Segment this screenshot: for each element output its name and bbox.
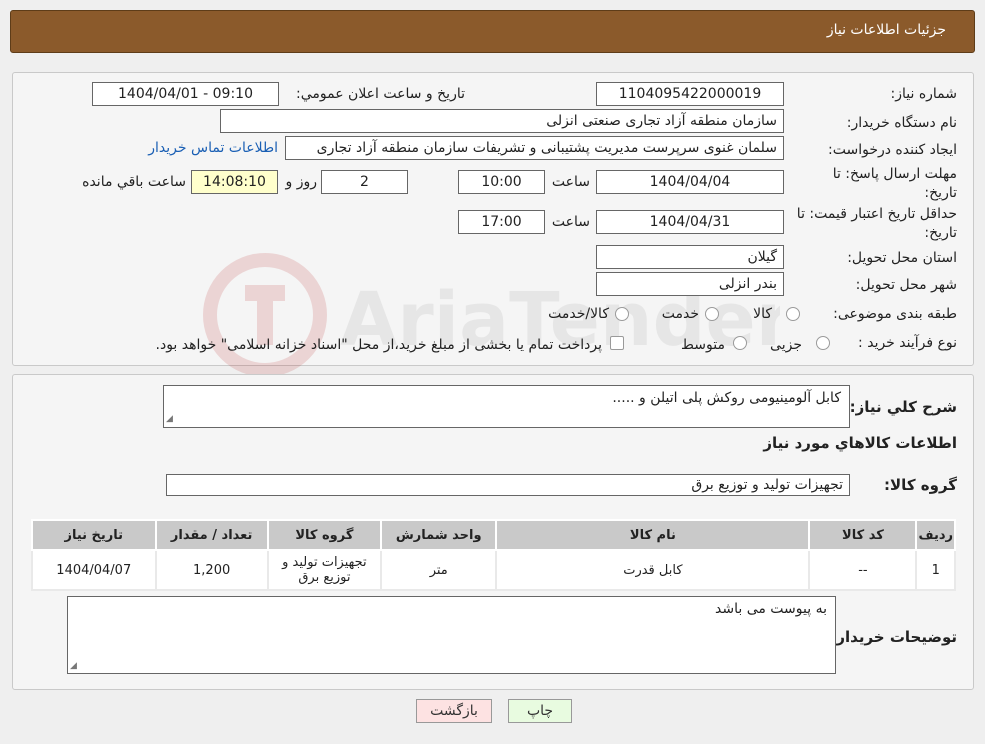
need-number-field: 1104095422000019 [596, 82, 784, 106]
announce-datetime-field: 1404/04/01 - 09:10 [92, 82, 279, 106]
general-description-field: کابل آلومینیومی روکش پلی اتیلن و ..... [163, 385, 850, 428]
goods-table-header: ردیف کد کالا نام کالا واحد شمارش گروه کا… [31, 519, 956, 551]
page-title: جزئیات اطلاعات نیاز [826, 22, 946, 38]
goods-name-cell: کابل قدرت [495, 549, 811, 591]
general-description-label: شرح کلي نیاز: [849, 398, 957, 416]
col-unit-header: واحد شمارش [380, 519, 498, 551]
remaining-time-field: 14:08:10 [191, 170, 278, 194]
category-radio-goods[interactable] [786, 307, 800, 321]
request-creator-label: ایجاد کننده درخواست: [828, 142, 957, 158]
deadline-time-label: ساعت [551, 174, 590, 190]
response-deadline-date: 1404/04/04 [596, 170, 784, 194]
category-radio-service[interactable] [705, 307, 719, 321]
quantity-cell: 1,200 [154, 549, 269, 591]
delivery-province-field: گیلان [596, 245, 784, 269]
goods-group-cell: تجهیزات تولید و توزیع برق [266, 549, 383, 591]
col-date-header: تاریخ نیاز [31, 519, 157, 551]
category-radio-goods-service[interactable] [615, 307, 629, 321]
category-label: طبقه بندی موضوعی: [833, 306, 957, 322]
delivery-city-label: شهر محل تحویل: [855, 277, 957, 293]
resize-grip-icon[interactable]: ◢ [70, 662, 79, 671]
col-row-header: ردیف [915, 519, 956, 551]
col-name-header: نام کالا [495, 519, 811, 551]
category-option-goods: کالا [753, 306, 772, 322]
response-deadline-time: 10:00 [458, 170, 545, 194]
response-deadline-label: مهلت ارسال پاسخ: تا تاریخ: [832, 166, 957, 201]
purchase-option-minor: جزیی [770, 337, 802, 353]
delivery-province-label: استان محل تحویل: [847, 250, 957, 266]
remaining-time-label: ساعت باقي مانده [82, 174, 186, 190]
row-number-cell: 1 [915, 549, 956, 591]
need-number-label: شماره نیاز: [890, 86, 958, 102]
table-row: 1 -- کابل قدرت متر تجهیزات تولید و توزیع… [31, 549, 956, 591]
goods-info-title: اطلاعات کالاهاي مورد نیاز [763, 434, 957, 452]
col-quantity-header: تعداد / مقدار [154, 519, 269, 551]
back-button[interactable]: بازگشت [416, 699, 492, 723]
purchase-type-label: نوع فرآیند خرید : [858, 335, 957, 351]
print-button[interactable]: چاپ [508, 699, 572, 723]
price-validity-label: حداقل تاریخ اعتبار قیمت: تا تاریخ: [796, 206, 957, 241]
buyer-org-field: سازمان منطقه آزاد تجاری صنعتی انزلی [220, 109, 784, 133]
request-creator-field: سلمان غنوی سرپرست مدیریت پشتیبانی و تشری… [285, 136, 784, 160]
buyer-org-label: نام دستگاه خریدار: [846, 115, 957, 131]
delivery-city-field: بندر انزلی [596, 272, 784, 296]
price-validity-date: 1404/04/31 [596, 210, 784, 234]
col-code-header: کد کالا [808, 519, 918, 551]
goods-table: ردیف کد کالا نام کالا واحد شمارش گروه کا… [31, 519, 956, 591]
col-group-header: گروه کالا [266, 519, 383, 551]
goods-group-field: تجهیزات تولید و توزیع برق [166, 474, 850, 496]
treasury-payment-note: پرداخت تمام یا بخشی از مبلغ خرید،از محل … [155, 337, 602, 353]
resize-grip-icon[interactable]: ◢ [166, 415, 175, 424]
unit-cell: متر [380, 549, 498, 591]
days-label: روز و [285, 174, 318, 190]
treasury-payment-checkbox[interactable] [610, 336, 624, 350]
validity-time-label: ساعت [551, 214, 590, 230]
purchase-option-medium: متوسط [681, 337, 725, 353]
buyer-notes-label: توضیحات خریدار: [830, 628, 957, 646]
price-validity-time: 17:00 [458, 210, 545, 234]
goods-code-cell: -- [808, 549, 918, 591]
category-option-goods-service: کالا/خدمت [548, 306, 609, 322]
announce-datetime-label: تاریخ و ساعت اعلان عمومي: [296, 86, 465, 102]
category-option-service: خدمت [661, 306, 699, 322]
goods-group-label: گروه کالا: [884, 476, 957, 494]
buyer-notes-field: به پیوست می باشد [67, 596, 836, 674]
purchase-radio-medium[interactable] [733, 336, 747, 350]
buyer-contact-link[interactable]: اطلاعات تماس خریدار [148, 140, 278, 156]
purchase-radio-minor[interactable] [816, 336, 830, 350]
remaining-days-field: 2 [321, 170, 408, 194]
need-date-cell: 1404/04/07 [31, 549, 157, 591]
page-header: جزئیات اطلاعات نیاز [10, 10, 975, 53]
